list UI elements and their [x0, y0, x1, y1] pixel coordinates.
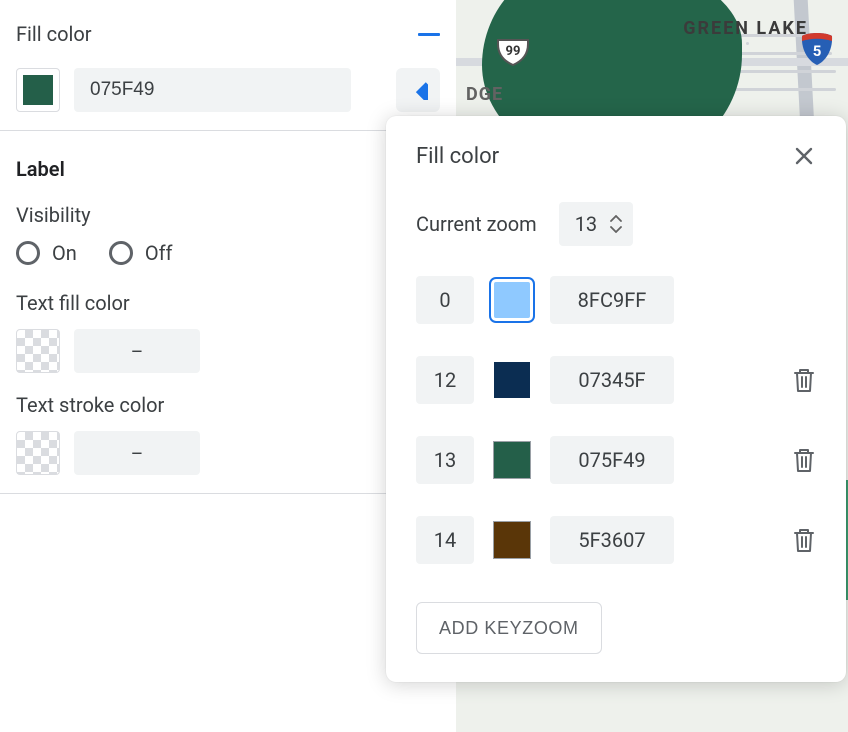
keyzoom-row: 12 07345F: [416, 356, 820, 404]
radio-icon: [109, 241, 133, 265]
add-keyzoom-button[interactable]: ADD KEYZOOM: [416, 602, 602, 654]
fill-color-section: Fill color: [0, 0, 456, 131]
text-stroke-color-label: Text stroke color: [16, 393, 440, 417]
text-fill-color-hex[interactable]: –: [74, 329, 200, 373]
zoom-stepper[interactable]: 13: [559, 202, 633, 246]
empty-swatch: [17, 432, 59, 474]
keyzoom-zoom-chip[interactable]: 13: [416, 436, 474, 484]
map-area-label: GREEN LAKE: [683, 18, 808, 39]
keyzoom-swatch[interactable]: [494, 282, 530, 318]
svg-text:5: 5: [813, 42, 822, 60]
fill-color-hex-input[interactable]: [74, 68, 351, 112]
collapse-icon[interactable]: [418, 33, 440, 36]
fill-color-swatch[interactable]: [16, 68, 60, 112]
keyzoom-hex-chip[interactable]: 5F3607: [550, 516, 674, 564]
radio-label: Off: [145, 241, 173, 265]
fill-color-title: Fill color: [16, 22, 92, 46]
keyzoom-hex-chip[interactable]: 8FC9FF: [550, 276, 674, 324]
visibility-on-radio[interactable]: On: [16, 241, 77, 265]
keyzoom-hex-chip[interactable]: 07345F: [550, 356, 674, 404]
radio-label: On: [52, 241, 77, 265]
popover-title: Fill color: [416, 144, 499, 169]
close-icon[interactable]: [788, 140, 820, 172]
text-stroke-color-swatch[interactable]: [16, 431, 60, 475]
trash-icon[interactable]: [788, 524, 820, 556]
trash-icon[interactable]: [788, 364, 820, 396]
keyzoom-row: 0 8FC9FF: [416, 276, 820, 324]
zoom-value: 13: [575, 212, 597, 236]
keyzoom-row: 13 075F49: [416, 436, 820, 484]
text-stroke-color-hex[interactable]: –: [74, 431, 200, 475]
map-sub-area-label: DGE: [466, 84, 503, 105]
keyzoom-marker-chip[interactable]: [396, 68, 440, 112]
svg-text:99: 99: [506, 44, 521, 59]
keyzoom-list: 0 8FC9FF 12 07345F 13 075F49 14 5F3607: [416, 276, 820, 564]
fill-color-popover: Fill color Current zoom 13 0 8FC9FF 12 0734…: [386, 116, 846, 682]
keyzoom-row: 14 5F3607: [416, 516, 820, 564]
visibility-label: Visibility: [16, 203, 440, 227]
keyzoom-zoom-chip[interactable]: 0: [416, 276, 474, 324]
keyzoom-swatch[interactable]: [494, 362, 530, 398]
highway-shield-icon: 99: [496, 38, 530, 66]
keyzoom-zoom-chip[interactable]: 12: [416, 356, 474, 404]
empty-swatch: [17, 330, 59, 372]
text-fill-color-label: Text fill color: [16, 291, 440, 315]
visibility-radio-group: On Off: [16, 241, 440, 265]
text-fill-color-swatch[interactable]: [16, 329, 60, 373]
keyzoom-swatch[interactable]: [494, 522, 530, 558]
keyzoom-hex-chip[interactable]: 075F49: [550, 436, 674, 484]
radio-icon: [16, 241, 40, 265]
trash-icon[interactable]: [788, 444, 820, 476]
stepper-arrows-icon[interactable]: [609, 215, 623, 233]
visibility-off-radio[interactable]: Off: [109, 241, 173, 265]
keyzoom-swatch[interactable]: [494, 442, 530, 478]
label-section-title: Label: [16, 157, 440, 181]
fill-color-swatch-inner: [23, 75, 53, 105]
current-zoom-label: Current zoom: [416, 212, 537, 236]
keyzoom-zoom-chip[interactable]: 14: [416, 516, 474, 564]
interstate-shield-icon: 5: [800, 30, 834, 70]
